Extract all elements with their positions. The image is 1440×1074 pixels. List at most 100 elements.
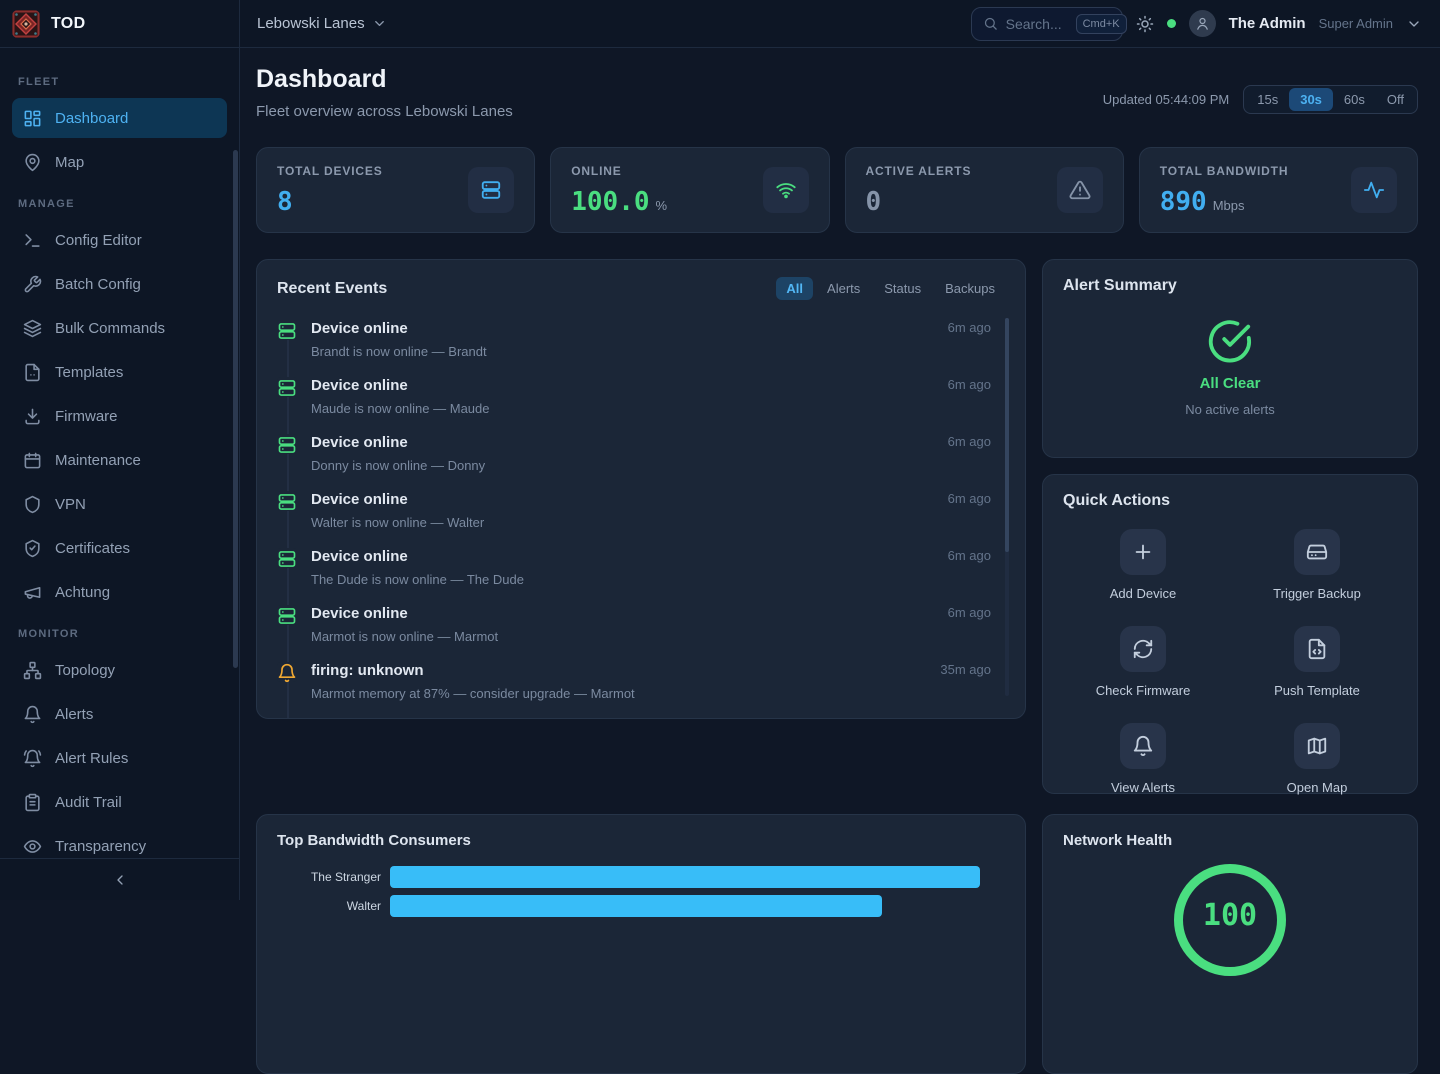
quick-action-check-firmware[interactable]: Check Firmware [1063,626,1223,698]
quick-action-label: Add Device [1110,586,1176,601]
sidebar-item-firmware[interactable]: Firmware [12,396,227,436]
sidebar-item-bulk-commands[interactable]: Bulk Commands [12,308,227,348]
quick-action-push-template[interactable]: Push Template [1237,626,1397,698]
event-detail: Brandt is now online — Brandt [311,344,487,359]
event-filter-tabs: AllAlertsStatusBackups [776,277,1005,300]
bell-icon [1132,735,1154,757]
refresh-option-30s[interactable]: 30s [1289,88,1333,111]
event-filter-tab-status[interactable]: Status [874,277,931,300]
sidebar-item-templates[interactable]: Templates [12,352,227,392]
fleet-selector[interactable]: Lebowski Lanes [257,15,387,32]
quick-actions-title: Quick Actions [1063,492,1397,510]
stat-unit: Mbps [1213,198,1245,213]
download-icon [23,407,42,426]
quick-action-label: Trigger Backup [1273,586,1361,601]
bandwidth-bar [390,895,882,917]
alert-triangle-icon [1069,179,1091,201]
sidebar-item-label: Config Editor [55,232,142,249]
stat-value-row: 100.0% [571,187,667,217]
circle-check-icon [1207,318,1253,364]
quick-action-label: Open Map [1287,780,1348,795]
event-detail: The Dude is now online — The Dude [311,572,524,587]
event-row: Device online The Dude is now online — Th… [277,543,1005,600]
network-icon [23,661,42,680]
stat-value: 8 [277,187,293,217]
sidebar-item-config-editor[interactable]: Config Editor [12,220,227,260]
server-icon [277,491,297,511]
refresh-option-60s[interactable]: 60s [1333,88,1376,111]
event-body: Device onlineMaude is now online — Maude [311,377,490,416]
event-time: 6m ago [948,548,991,587]
sidebar-item-label: Map [55,154,84,171]
refresh-option-off[interactable]: Off [1376,88,1415,111]
connection-status-dot [1167,19,1176,28]
app-logo-icon [12,10,40,38]
events-scrollbar[interactable] [1005,318,1009,696]
sidebar-item-topology[interactable]: Topology [12,650,227,690]
search-shortcut-badge: Cmd+K [1076,14,1127,34]
sidebar: FLEETDashboardMapMANAGEConfig EditorBatc… [0,48,240,900]
stat-value-row: 8 [277,187,383,217]
server-icon [277,605,297,625]
event-filter-tab-alerts[interactable]: Alerts [817,277,870,300]
server-icon [277,434,297,454]
stat-value-row: 890Mbps [1160,187,1289,217]
event-row: Device onlineWalter is now online — Walt… [277,486,1005,543]
quick-action-trigger-backup[interactable]: Trigger Backup [1237,529,1397,601]
network-health-value: 100 [1183,898,1277,933]
sidebar-item-label: Bulk Commands [55,320,165,337]
bandwidth-bar-track [390,866,1005,888]
quick-action-open-map[interactable]: Open Map [1237,723,1397,795]
stat-icon-tile [1057,167,1103,213]
sidebar-scrollbar[interactable] [233,150,238,668]
quick-action-view-alerts[interactable]: View Alerts [1063,723,1223,795]
bell-icon [23,705,42,724]
sidebar-item-label: Firmware [55,408,118,425]
map-icon [1306,735,1328,757]
sidebar-item-vpn[interactable]: VPN [12,484,227,524]
theme-toggle-sun-icon[interactable] [1136,15,1154,33]
event-body: firing: unknownMarmot memory at 87% — co… [311,662,635,701]
sidebar-item-map[interactable]: Map [12,142,227,182]
sidebar-item-alert-rules[interactable]: Alert Rules [12,738,227,778]
event-row: Device onlineBrandt is now online — Bran… [277,315,1005,372]
sidebar-item-certificates[interactable]: Certificates [12,528,227,568]
alert-summary-title: Alert Summary [1063,277,1397,295]
quick-action-add-device[interactable]: Add Device [1063,529,1223,601]
search-box[interactable]: Cmd+K [971,7,1123,41]
event-title: firing: unknown [311,662,635,679]
event-body: Device onlineMarmot is now online — Marm… [311,605,498,644]
nav-section-fleet: FLEETDashboardMap [12,76,227,182]
file-icon [23,363,42,382]
event-filter-tab-backups[interactable]: Backups [935,277,1005,300]
sidebar-item-batch-config[interactable]: Batch Config [12,264,227,304]
sidebar-item-alerts[interactable]: Alerts [12,694,227,734]
event-detail: Walter is now online — Walter [311,515,484,530]
sidebar-item-achtung[interactable]: Achtung [12,572,227,612]
refresh-option-15s[interactable]: 15s [1246,88,1289,111]
event-title: Device online [311,548,524,565]
nav-section-label: MONITOR [18,628,221,640]
avatar[interactable] [1189,10,1216,37]
event-title: Device online [311,377,490,394]
search-input[interactable] [1006,16,1068,32]
sidebar-collapse-button[interactable] [0,858,239,900]
dashboard-icon [23,109,42,128]
user-menu-chevron-down-icon[interactable] [1406,16,1422,32]
stat-card-body: ONLINE100.0% [571,164,667,216]
recent-events-panel: Recent Events AllAlertsStatusBackups Dev… [256,259,1026,719]
sidebar-item-maintenance[interactable]: Maintenance [12,440,227,480]
wifi-icon [775,179,797,201]
stat-icon-tile [763,167,809,213]
event-title: Device online [311,434,485,451]
alert-summary-subtext: No active alerts [1185,402,1275,417]
hard-drive-icon [1306,541,1328,563]
sidebar-item-label: VPN [55,496,86,513]
sidebar-item-label: Batch Config [55,276,141,293]
event-time: 6m ago [948,434,991,473]
sidebar-item-dashboard[interactable]: Dashboard [12,98,227,138]
event-filter-tab-all[interactable]: All [776,277,813,300]
event-row: Device onlineDonny is now online — Donny… [277,429,1005,486]
sidebar-item-audit-trail[interactable]: Audit Trail [12,782,227,822]
stat-value-row: 0 [866,187,972,217]
